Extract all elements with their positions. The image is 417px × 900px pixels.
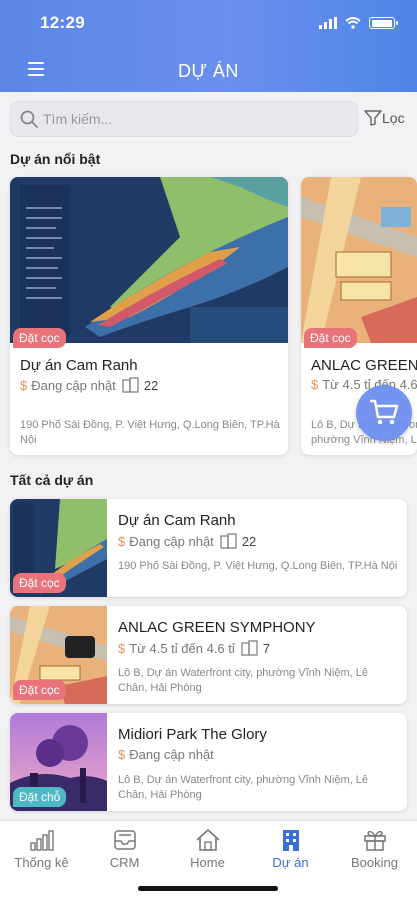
search-bar[interactable]	[10, 101, 358, 137]
project-name: Dự án Cam Ranh	[118, 512, 236, 529]
project-meta: $ Từ 4.5 tỉ đến 4.6 tỉ 7	[118, 640, 270, 656]
filter-icon	[364, 110, 382, 126]
project-list-item[interactable]: Đặt cọc Dự án Cam Ranh $ Đang cập nhật 2…	[10, 499, 407, 597]
featured-card[interactable]: Đặt cọc Dự án Cam Ranh $ Đang cập nhật 2…	[10, 177, 288, 455]
project-image	[10, 177, 288, 343]
nav-item-booking[interactable]: Booking	[333, 829, 416, 870]
nav-label: Booking	[351, 855, 398, 870]
building-icon	[282, 830, 299, 851]
price-icon: $	[311, 377, 319, 392]
search-icon	[20, 110, 38, 128]
unit-count: 22	[143, 377, 159, 393]
deposit-badge: Đặt cọc	[13, 573, 66, 593]
battery-icon	[369, 17, 398, 29]
price-icon: $	[118, 533, 126, 549]
nav-item-thong-ke[interactable]: Thống kê	[0, 829, 83, 870]
home-indicator	[138, 886, 278, 891]
unit-count: 7	[262, 640, 271, 656]
project-meta: $ Đang cập nhật	[118, 747, 214, 762]
project-address: Lô B, Dự án Waterfront city, phường Vĩnh…	[118, 667, 368, 694]
inbox-icon	[113, 830, 136, 850]
project-list-item[interactable]: Đặt chỗ Midiori Park The Glory $ Đang cậ…	[10, 713, 407, 811]
signal-icon	[319, 17, 337, 29]
featured-section-title: Dự án nổi bật	[10, 151, 101, 167]
reserve-badge: Đặt chỗ	[13, 787, 67, 807]
project-price: Từ 4.5 tỉ đến 4.6 tỉ	[129, 640, 235, 656]
home-icon	[195, 829, 220, 851]
project-list-item[interactable]: Đặt cọc ANLAC GREEN SYMPHONY $ Từ 4.5 tỉ…	[10, 606, 407, 704]
nav-item-du-an[interactable]: Dự án	[249, 829, 332, 870]
nav-label: Home	[190, 855, 225, 870]
building-icon	[122, 377, 139, 393]
unit-count: 22	[241, 533, 257, 549]
project-price: Đang cập nhật	[31, 377, 116, 393]
search-input[interactable]	[43, 111, 333, 127]
project-address: 190 Phố Sài Đồng, P. Việt Hưng, Q.Long B…	[20, 419, 280, 446]
page-title: DỰ ÁN	[178, 61, 239, 81]
price-icon: $	[118, 640, 126, 656]
wifi-icon	[345, 17, 361, 29]
app-header: 12:29 DỰ ÁN	[0, 0, 417, 92]
project-address: Lô B, Dự án Waterfront city, phường Vĩnh…	[118, 774, 368, 801]
project-price: Đang cập nhật	[129, 533, 214, 549]
all-section-title: Tất cả dự án	[10, 472, 94, 488]
price-icon: $	[118, 747, 126, 762]
nav-label: Dự án	[272, 855, 309, 870]
cart-button[interactable]	[356, 385, 412, 441]
project-name: ANLAC GREEN SYMPHONY	[118, 619, 316, 636]
deposit-badge: Đặt cọc	[13, 680, 66, 700]
project-address: 190 Phố Sài Đồng, P. Việt Hưng, Q.Long B…	[118, 560, 398, 572]
deposit-badge: Đặt cọc	[13, 328, 66, 348]
filter-button[interactable]: Lọc	[364, 110, 405, 126]
gift-icon	[363, 830, 386, 851]
building-icon	[220, 533, 237, 549]
deposit-badge: Đặt cọc	[304, 328, 357, 348]
project-image	[301, 177, 417, 343]
project-meta: $ Đang cập nhật 22	[20, 377, 158, 393]
filter-label: Lọc	[382, 110, 405, 126]
bar-chart-icon	[29, 830, 54, 851]
nav-label: Thống kê	[14, 855, 69, 870]
project-price: Đang cập nhật	[129, 747, 214, 762]
price-icon: $	[20, 377, 28, 393]
nav-item-home[interactable]: Home	[166, 829, 249, 870]
status-icons	[319, 17, 398, 29]
status-bar: 12:29	[40, 12, 398, 34]
nav-item-crm[interactable]: CRM	[83, 829, 166, 870]
status-time: 12:29	[40, 13, 85, 32]
cart-icon	[370, 399, 399, 425]
building-icon	[241, 640, 258, 656]
project-name: ANLAC GREEN	[311, 357, 417, 374]
nav-label: CRM	[109, 855, 140, 870]
project-meta: $ Đang cập nhật 22	[118, 533, 256, 549]
project-name: Midiori Park The Glory	[118, 726, 267, 743]
project-name: Dự án Cam Ranh	[20, 357, 138, 374]
project-meta: $ Từ 4.5 tỉ đến 4.6	[311, 377, 417, 392]
